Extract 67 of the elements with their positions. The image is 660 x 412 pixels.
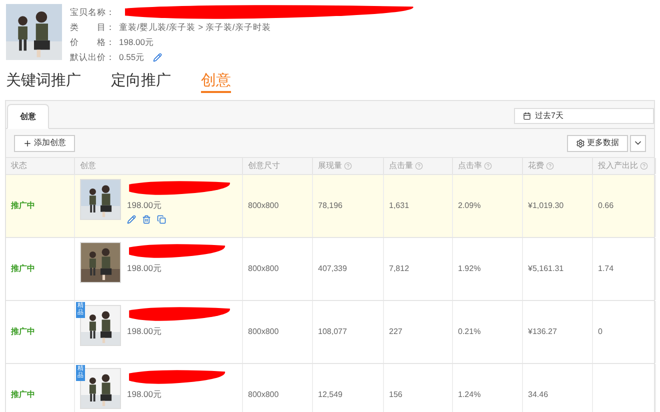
price-text: 198.00元 bbox=[127, 199, 163, 212]
table-cell: 800x800 bbox=[248, 200, 279, 212]
dropdown-toggle[interactable] bbox=[630, 134, 646, 152]
more-data-button[interactable]: 更多数据 bbox=[567, 134, 628, 152]
price-text: 198.00元 bbox=[127, 325, 163, 338]
pencil-icon[interactable] bbox=[152, 52, 162, 62]
column-header: 创意 bbox=[80, 160, 96, 172]
table-cell: 1.24% bbox=[458, 389, 481, 401]
column-header: 投入产出比 bbox=[598, 160, 638, 172]
table-cell: 78,196 bbox=[318, 200, 342, 212]
status-text: 推广中 bbox=[11, 263, 35, 275]
table-cell: 7,812 bbox=[389, 263, 410, 275]
table-cell: 407,339 bbox=[318, 263, 347, 275]
gear-icon bbox=[576, 138, 585, 148]
add-creative-button[interactable]: 添加创意 bbox=[14, 134, 75, 152]
field-label: 类 目： bbox=[70, 20, 115, 34]
copy-icon[interactable] bbox=[157, 214, 166, 224]
field-value: 0.55元 bbox=[119, 50, 145, 64]
table-cell: 227 bbox=[389, 326, 402, 338]
field-label: 宝贝名称： bbox=[70, 6, 115, 18]
calendar-icon bbox=[523, 112, 531, 120]
table-cell: 1.74 bbox=[598, 263, 614, 275]
column-header: 花费 bbox=[528, 160, 544, 172]
table-cell: 34.46 bbox=[528, 389, 548, 401]
tab[interactable]: 关键词推广 bbox=[6, 71, 81, 93]
column-header: 展现量 bbox=[318, 160, 342, 172]
table-cell: ¥5,161.31 bbox=[528, 263, 564, 275]
help-icon[interactable] bbox=[415, 162, 423, 170]
help-icon[interactable] bbox=[484, 162, 492, 170]
table-cell: 800x800 bbox=[248, 263, 279, 275]
table-cell: 2.09% bbox=[458, 200, 481, 212]
column-header: 点击率 bbox=[458, 160, 482, 172]
table-cell: 12,549 bbox=[318, 389, 342, 401]
table-cell: 156 bbox=[389, 389, 402, 401]
trash-icon[interactable] bbox=[142, 214, 151, 224]
table-cell: 1.92% bbox=[458, 263, 481, 275]
field-label: 价 格： bbox=[70, 36, 115, 48]
status-text: 推广中 bbox=[11, 200, 35, 212]
table-cell: 0.66 bbox=[598, 200, 614, 212]
table-cell: 1,631 bbox=[389, 200, 410, 212]
price-text: 198.00元 bbox=[127, 262, 163, 275]
table-row[interactable]: 推广中 198.00元 800x800 78,196 1,631 2.09% ¥1,019.30 0.66 bbox=[6, 174, 654, 237]
status-text: 推广中 bbox=[11, 389, 35, 401]
status-text: 推广中 bbox=[11, 326, 35, 338]
column-header: 状态 bbox=[11, 160, 27, 172]
help-icon[interactable] bbox=[546, 162, 554, 170]
table-cell: 800x800 bbox=[248, 389, 279, 401]
table-cell: 0 bbox=[598, 326, 602, 338]
tab[interactable]: 创意 bbox=[7, 104, 49, 129]
tab[interactable]: 定向推广 bbox=[111, 71, 171, 93]
table-cell: 0.21% bbox=[458, 326, 481, 338]
table-row[interactable]: 推广中 198.00元 800x800 407,339 7,812 1.92% ¥5,161.31 1.74 bbox=[6, 237, 654, 300]
field-value: 童装/婴儿装/亲子装 > 亲子装/亲子时装 bbox=[119, 20, 271, 34]
plus-icon bbox=[23, 138, 32, 148]
table-cell: ¥136.27 bbox=[528, 326, 557, 338]
field-value: 198.00元 bbox=[119, 36, 154, 48]
column-header: 创意尺寸 bbox=[248, 160, 280, 172]
table-cell: 108,077 bbox=[318, 326, 347, 338]
table-cell: ¥1,019.30 bbox=[528, 200, 564, 212]
date-range-dropdown[interactable]: 过去7天 bbox=[514, 108, 654, 124]
help-icon[interactable] bbox=[640, 162, 648, 170]
field-label: 默认出价： bbox=[70, 50, 115, 64]
table-cell: 800x800 bbox=[248, 326, 279, 338]
pencil-icon[interactable] bbox=[127, 214, 136, 224]
price-text: 198.00元 bbox=[127, 388, 163, 401]
column-header: 点击量 bbox=[389, 160, 413, 172]
help-icon[interactable] bbox=[344, 162, 352, 170]
